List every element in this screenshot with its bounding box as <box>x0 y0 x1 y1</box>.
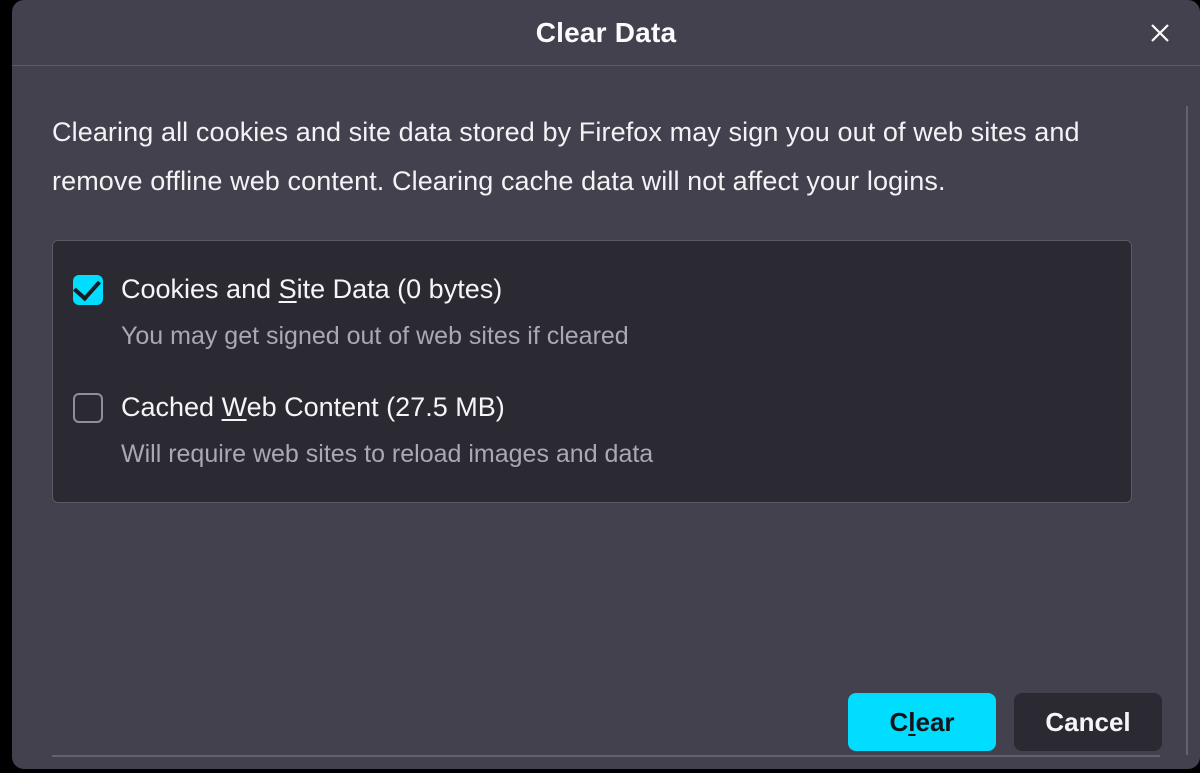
option-text: Cached Web Content (27.5 MB) Will requir… <box>121 389 653 471</box>
clear-button[interactable]: Clear <box>848 693 996 751</box>
option-text: Cookies and Site Data (0 bytes) You may … <box>121 271 629 353</box>
close-button[interactable] <box>1140 13 1180 53</box>
body-bottom-divider <box>52 755 1160 757</box>
option-cookies-site-data: Cookies and Site Data (0 bytes) You may … <box>73 271 1111 353</box>
close-icon <box>1148 21 1172 45</box>
cache-checkbox[interactable] <box>73 393 103 423</box>
dialog-title: Clear Data <box>536 17 677 49</box>
option-cached-web-content: Cached Web Content (27.5 MB) Will requir… <box>73 389 1111 471</box>
warning-text: Clearing all cookies and site data store… <box>52 108 1160 206</box>
scrollbar-track[interactable] <box>1186 106 1188 755</box>
cookies-label[interactable]: Cookies and Site Data (0 bytes) <box>121 271 629 307</box>
dialog-body: Clearing all cookies and site data store… <box>12 66 1200 769</box>
clear-data-dialog: Clear Data Clearing all cookies and site… <box>12 0 1200 769</box>
dialog-footer: Clear Cancel <box>848 693 1162 751</box>
cache-label[interactable]: Cached Web Content (27.5 MB) <box>121 389 653 425</box>
titlebar: Clear Data <box>12 0 1200 66</box>
cookies-sublabel: You may get signed out of web sites if c… <box>121 320 629 354</box>
cache-sublabel: Will require web sites to reload images … <box>121 438 653 472</box>
cookies-checkbox[interactable] <box>73 275 103 305</box>
options-panel: Cookies and Site Data (0 bytes) You may … <box>52 240 1132 502</box>
cancel-button[interactable]: Cancel <box>1014 693 1162 751</box>
